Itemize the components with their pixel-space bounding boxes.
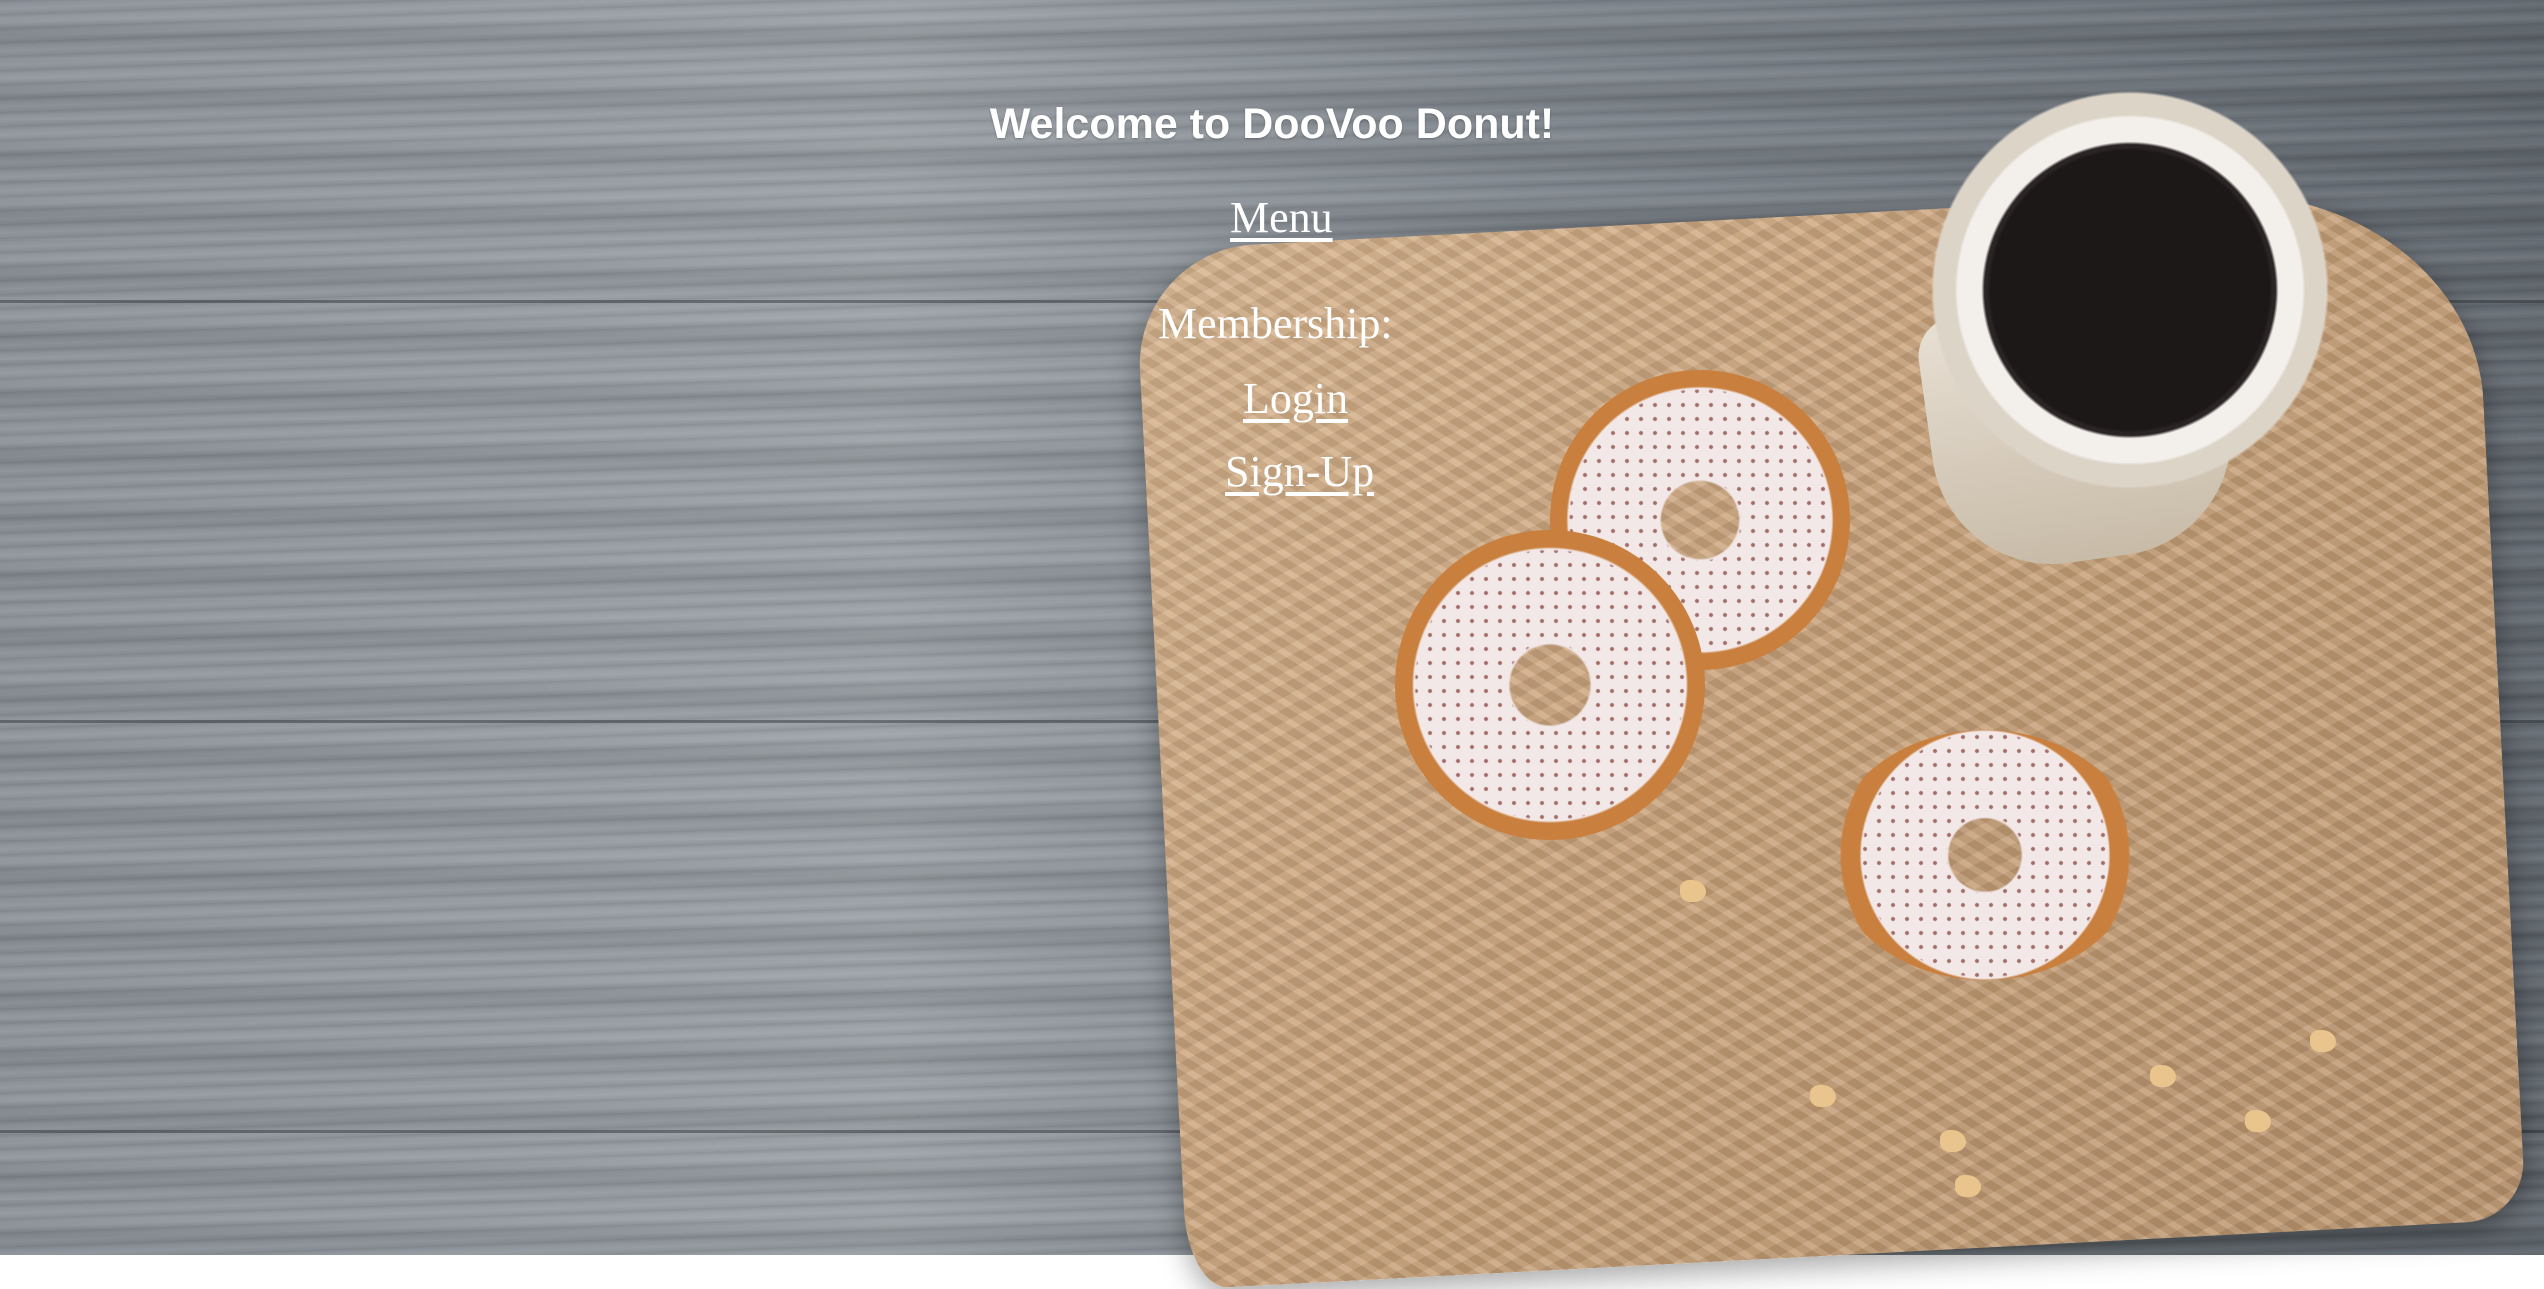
crumb: [1955, 1175, 1981, 1197]
page-title: Welcome to DooVoo Donut!: [989, 100, 1555, 148]
crumb: [1680, 880, 1706, 902]
crumb: [1810, 1085, 1836, 1107]
donut-image: [1830, 730, 2140, 980]
membership-label: Membership:: [1158, 299, 1393, 348]
crumb: [2310, 1030, 2336, 1052]
donut-image: [1395, 530, 1705, 840]
crumb: [1940, 1130, 1966, 1152]
login-link[interactable]: Login: [1243, 373, 1348, 424]
crumb: [2150, 1065, 2176, 1087]
signup-link[interactable]: Sign-Up: [1225, 446, 1374, 497]
crumb: [2245, 1110, 2271, 1132]
menu-link[interactable]: Menu: [1230, 192, 1333, 243]
